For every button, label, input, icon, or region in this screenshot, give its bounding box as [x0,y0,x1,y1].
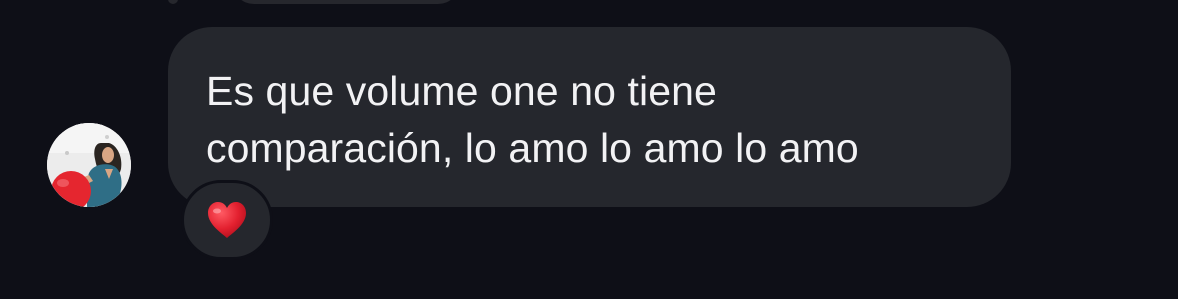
message-bubble[interactable]: Es que volume one no tiene comparación, … [168,27,1011,207]
previous-message-edge [168,0,178,4]
chat-thread: Es que volume one no tiene comparación, … [0,0,1178,299]
message-text-line-2: comparación, lo amo lo amo lo amo [206,125,859,171]
heart-icon [208,202,246,238]
message-text-line-1: Es que volume one no tiene [206,68,717,114]
previous-message-bubble[interactable] [232,0,460,4]
avatar[interactable] [47,123,131,207]
profile-photo [47,123,131,207]
reaction-badge[interactable] [181,180,273,260]
